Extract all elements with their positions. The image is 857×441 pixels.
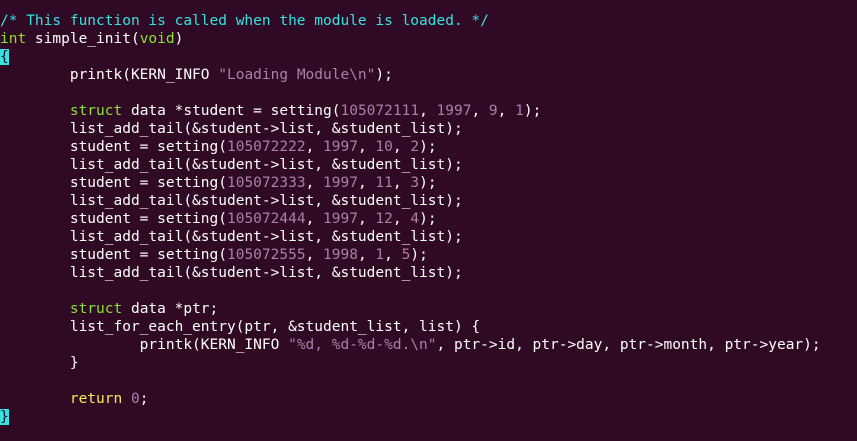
code-line[interactable]: struct data *ptr; bbox=[0, 300, 857, 318]
plain-token: ; bbox=[139, 391, 149, 407]
code-line[interactable]: list_add_tail(&student->list, &student_l… bbox=[0, 228, 857, 246]
plain-token: , bbox=[471, 103, 489, 119]
plain-token: list_add_tail(&student->list, &student_l… bbox=[0, 121, 463, 137]
plain-token: , bbox=[305, 139, 324, 155]
number-token: 9 bbox=[488, 103, 498, 119]
plain-token: , ptr->id, ptr->day, ptr->month, ptr->ye… bbox=[436, 337, 821, 353]
number-token: 1997 bbox=[436, 103, 472, 119]
plain-token: list_add_tail(&student->list, &student_l… bbox=[0, 229, 463, 245]
plain-token: list_add_tail(&student->list, &student_l… bbox=[0, 193, 463, 209]
number-token: 105072444 bbox=[226, 211, 306, 227]
code-line[interactable]: struct data *student = setting(105072111… bbox=[0, 102, 857, 120]
plain-token: , bbox=[357, 175, 376, 191]
plain-token: , bbox=[357, 247, 376, 263]
number-token: 0 bbox=[130, 391, 140, 407]
plain-token: ); bbox=[419, 139, 437, 155]
plain-token: student = setting( bbox=[0, 139, 227, 155]
bracket-match-highlight: { bbox=[0, 49, 9, 65]
code-line[interactable]: student = setting(105072222, 1997, 10, 2… bbox=[0, 138, 857, 156]
function-signature[interactable]: int simple_init(void) bbox=[0, 30, 857, 48]
code-line[interactable]: list_add_tail(&student->list, &student_l… bbox=[0, 264, 857, 282]
plain-token: , bbox=[305, 175, 324, 191]
plain-token: list_for_each_entry(ptr, &student_list, … bbox=[0, 319, 481, 335]
comment-line[interactable]: /* This function is called when the modu… bbox=[0, 12, 857, 30]
code-line[interactable]: list_for_each_entry(ptr, &student_list, … bbox=[0, 318, 857, 336]
plain-token: data *student = setting( bbox=[122, 103, 341, 119]
plain-token: data *ptr; bbox=[122, 301, 219, 317]
plain-token: list_add_tail(&student->list, &student_l… bbox=[0, 157, 463, 173]
bracket-match-highlight: } bbox=[0, 409, 9, 425]
code-line[interactable]: student = setting(105072444, 1997, 12, 4… bbox=[0, 210, 857, 228]
plain-token: , bbox=[392, 175, 411, 191]
type-token: int bbox=[0, 31, 27, 47]
number-token: 2 bbox=[410, 139, 420, 155]
code-line[interactable]: return 0; bbox=[0, 390, 857, 408]
code-editor[interactable]: /* This function is called when the modu… bbox=[0, 0, 857, 441]
type-token: struct bbox=[69, 301, 123, 317]
code-line[interactable]: list_add_tail(&student->list, &student_l… bbox=[0, 192, 857, 210]
plain-token: student = setting( bbox=[0, 175, 227, 191]
type-token: struct bbox=[69, 103, 123, 119]
string-token: "%d, %d-%d-%d.\n" bbox=[288, 337, 437, 353]
plain-token: , bbox=[305, 247, 324, 263]
blank-line[interactable] bbox=[0, 282, 857, 300]
plain-token: , bbox=[392, 211, 411, 227]
number-token: 1 bbox=[375, 247, 385, 263]
number-token: 105072111 bbox=[340, 103, 420, 119]
plain-token: printk(KERN_INFO bbox=[0, 337, 289, 353]
number-token: 12 bbox=[375, 211, 393, 227]
number-token: 10 bbox=[375, 139, 393, 155]
code-line[interactable]: student = setting(105072333, 1997, 11, 3… bbox=[0, 174, 857, 192]
plain-token: student = setting( bbox=[0, 247, 227, 263]
code-line[interactable]: list_add_tail(&student->list, &student_l… bbox=[0, 120, 857, 138]
number-token: 1 bbox=[515, 103, 524, 119]
number-token: 1997 bbox=[323, 211, 358, 227]
number-token: 105072333 bbox=[226, 175, 306, 191]
code-line[interactable]: list_add_tail(&student->list, &student_l… bbox=[0, 156, 857, 174]
brace-line[interactable]: } bbox=[0, 408, 857, 426]
plain-token: , bbox=[392, 139, 411, 155]
code-line[interactable]: printk(KERN_INFO "Loading Module\n"); bbox=[0, 66, 857, 84]
plain-token: ) bbox=[174, 31, 184, 47]
number-token: 1997 bbox=[323, 139, 358, 155]
blank-line[interactable] bbox=[0, 372, 857, 390]
blank-line[interactable] bbox=[0, 84, 857, 102]
string-token: "Loading Module\n" bbox=[218, 67, 376, 83]
number-token: 105072222 bbox=[226, 139, 306, 155]
number-token: 1998 bbox=[323, 247, 358, 263]
plain-token: ); bbox=[523, 103, 542, 119]
type-token: void bbox=[139, 31, 175, 47]
plain-token: ); bbox=[410, 247, 428, 263]
plain-token: printk(KERN_INFO bbox=[0, 67, 219, 83]
number-token: 11 bbox=[375, 175, 393, 191]
plain-token: ); bbox=[419, 211, 437, 227]
plain-token: ); bbox=[375, 67, 393, 83]
number-token: 4 bbox=[410, 211, 420, 227]
plain-token: list_add_tail(&student->list, &student_l… bbox=[0, 265, 463, 281]
plain-token: student = setting( bbox=[0, 211, 227, 227]
comment-token: /* This function is called when the modu… bbox=[0, 13, 489, 29]
plain-token: } bbox=[0, 355, 79, 371]
number-token: 3 bbox=[410, 175, 420, 191]
code-line[interactable]: } bbox=[0, 354, 857, 372]
number-token: 105072555 bbox=[226, 247, 306, 263]
plain-token: , bbox=[419, 103, 437, 119]
brace-line[interactable]: { bbox=[0, 48, 857, 66]
plain-token: , bbox=[305, 211, 324, 227]
keyword-token: return bbox=[69, 391, 123, 407]
plain-token: simple_init( bbox=[26, 31, 140, 47]
number-token: 1997 bbox=[323, 175, 358, 191]
plain-token: , bbox=[497, 103, 516, 119]
plain-token: , bbox=[384, 247, 402, 263]
plain-token: ); bbox=[419, 175, 437, 191]
code-line[interactable]: student = setting(105072555, 1998, 1, 5)… bbox=[0, 246, 857, 264]
plain-token: , bbox=[357, 211, 376, 227]
code-line[interactable]: printk(KERN_INFO "%d, %d-%d-%d.\n", ptr-… bbox=[0, 336, 857, 354]
plain-token: , bbox=[357, 139, 376, 155]
